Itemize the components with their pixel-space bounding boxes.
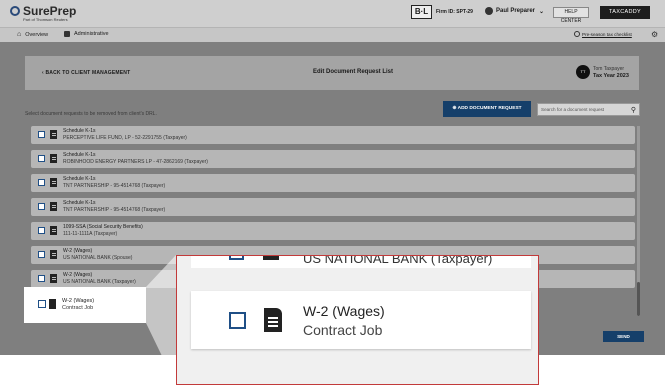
nav-overview[interactable]: ⌂ Overview <box>17 31 48 38</box>
list-item-subtitle: Contract Job <box>62 305 94 311</box>
nav-administrative[interactable]: Administrative <box>64 31 109 37</box>
search-icon[interactable]: ⚲ <box>631 105 636 116</box>
pre-season-checklist-link[interactable]: Pre-season tax checklist <box>574 31 632 37</box>
list-item-subtitle: US NATIONAL BANK (Spouse) <box>63 255 133 261</box>
admin-icon <box>64 31 70 37</box>
checkbox[interactable] <box>38 155 45 162</box>
instruction-text: Select document requests to be removed f… <box>25 111 157 117</box>
list-item-title: Schedule K-1s <box>63 176 96 182</box>
firm-id: Firm ID: SPT-29 <box>436 9 473 15</box>
zoomed-previous-subtitle: US NATIONAL BANK (Taxpayer) <box>303 255 493 266</box>
document-icon <box>50 130 57 139</box>
checkbox[interactable] <box>38 275 45 282</box>
page-header-card: ‹ BACK TO CLIENT MANAGEMENT Edit Documen… <box>25 56 639 90</box>
avatar: TT <box>576 65 590 79</box>
plus-icon: ⊕ <box>452 106 457 111</box>
list-item-title: W-2 (Wages) <box>62 298 95 304</box>
search-placeholder: Search for a document request <box>541 107 605 112</box>
list-item-title: W-2 (Wages) <box>63 272 93 278</box>
top-bar: SurePrep Part of Thomson Reuters B·L Fir… <box>0 0 665 27</box>
logo-name: SurePrep <box>23 4 77 18</box>
back-label: BACK TO CLIENT MANAGEMENT <box>45 70 131 76</box>
list-item-subtitle: TNT PARTNERSHIP - 95-4514768 (Taxpayer) <box>63 183 166 189</box>
help-center-button[interactable]: HELP CENTER <box>553 7 589 24</box>
list-item-subtitle: ROBINHOOD ENERGY PARTNERS LP - 47-286216… <box>63 159 208 165</box>
bl-badge: B·L <box>411 5 432 19</box>
add-document-request-button[interactable]: ⊕ ADD DOCUMENT REQUEST <box>443 101 531 117</box>
client-name: Tom Taxpayer <box>593 66 625 72</box>
list-item-title: Schedule K-1s <box>63 200 96 206</box>
help-icon <box>574 31 580 37</box>
checklist-label: Pre-season tax checklist <box>582 31 632 37</box>
add-button-label: ADD DOCUMENT REQUEST <box>457 106 522 111</box>
checkbox[interactable] <box>229 312 246 329</box>
list-item[interactable]: 1099-SSA (Social Security Benefits) 111-… <box>31 222 635 240</box>
list-item[interactable]: Schedule K-1s PERCEPTIVE LIFE FUND, LP -… <box>31 126 635 144</box>
zoomed-item-subtitle: Contract Job <box>303 322 383 338</box>
document-icon <box>50 226 57 235</box>
checkbox[interactable] <box>38 251 45 258</box>
highlighted-list-item[interactable]: W-2 (Wages) Contract Job <box>24 287 146 323</box>
document-icon <box>50 154 57 163</box>
document-icon <box>264 308 282 332</box>
nav-overview-label: Overview <box>25 31 49 38</box>
list-item-subtitle: 111-11-1111A (Taxpayer) <box>63 231 118 237</box>
nav-administrative-label: Administrative <box>74 31 109 37</box>
back-to-client-management-link[interactable]: ‹ BACK TO CLIENT MANAGEMENT <box>42 70 130 76</box>
list-item-subtitle: TNT PARTNERSHIP - 95-4514768 (Taxpayer) <box>63 207 166 213</box>
taxcaddy-button[interactable]: TAXCADDY <box>600 6 650 19</box>
search-input[interactable]: Search for a document request ⚲ <box>537 103 640 116</box>
document-icon <box>50 250 57 259</box>
chevron-down-icon: ⌄ <box>539 8 545 15</box>
user-icon <box>485 7 493 15</box>
zoomed-previous-row: US NATIONAL BANK (Taxpayer) <box>191 255 531 268</box>
nav-bar: ⌂ Overview Administrative Pre-season tax… <box>0 27 665 42</box>
home-icon: ⌂ <box>17 31 22 38</box>
zoom-callout: US NATIONAL BANK (Taxpayer) W-2 (Wages) … <box>176 255 539 385</box>
list-item-title: Schedule K-1s <box>63 152 96 158</box>
document-icon <box>49 299 56 309</box>
checkbox[interactable] <box>38 300 46 308</box>
list-item-subtitle: US NATIONAL BANK (Taxpayer) <box>63 279 136 285</box>
logo-icon <box>10 6 20 16</box>
send-button[interactable]: SEND <box>603 331 644 342</box>
checkbox[interactable] <box>38 227 45 234</box>
list-item-title: Schedule K-1s <box>63 128 96 134</box>
user-menu[interactable]: Paul Preparer ⌄ <box>485 7 544 15</box>
sureprep-logo[interactable]: SurePrep Part of Thomson Reuters <box>10 4 76 22</box>
scrollbar-thumb[interactable] <box>637 282 640 316</box>
checkbox <box>229 256 244 260</box>
zoomed-list-item[interactable]: W-2 (Wages) Contract Job <box>191 291 531 349</box>
list-item-subtitle: PERCEPTIVE LIFE FUND, LP - 52-2291755 (T… <box>63 135 187 141</box>
list-item[interactable]: Schedule K-1s TNT PARTNERSHIP - 95-45147… <box>31 198 635 216</box>
page-title: Edit Document Request List <box>313 69 394 75</box>
list-item-title: 1099-SSA (Social Security Benefits) <box>63 224 143 230</box>
checkbox[interactable] <box>38 131 45 138</box>
document-icon <box>50 274 57 283</box>
chevron-left-icon: ‹ <box>42 70 44 76</box>
list-item[interactable]: Schedule K-1s ROBINHOOD ENERGY PARTNERS … <box>31 150 635 168</box>
list-item-title: W-2 (Wages) <box>63 248 93 254</box>
document-icon <box>50 202 57 211</box>
zoomed-item-title: W-2 (Wages) <box>303 303 385 319</box>
checkbox[interactable] <box>38 179 45 186</box>
tax-year: Tax Year 2023 <box>593 73 629 79</box>
document-icon <box>50 178 57 187</box>
list-item[interactable]: Schedule K-1s TNT PARTNERSHIP - 95-45147… <box>31 174 635 192</box>
user-name: Paul Preparer <box>496 8 536 14</box>
document-icon <box>263 256 279 260</box>
checkbox[interactable] <box>38 203 45 210</box>
gear-icon[interactable]: ⚙ <box>651 30 658 39</box>
